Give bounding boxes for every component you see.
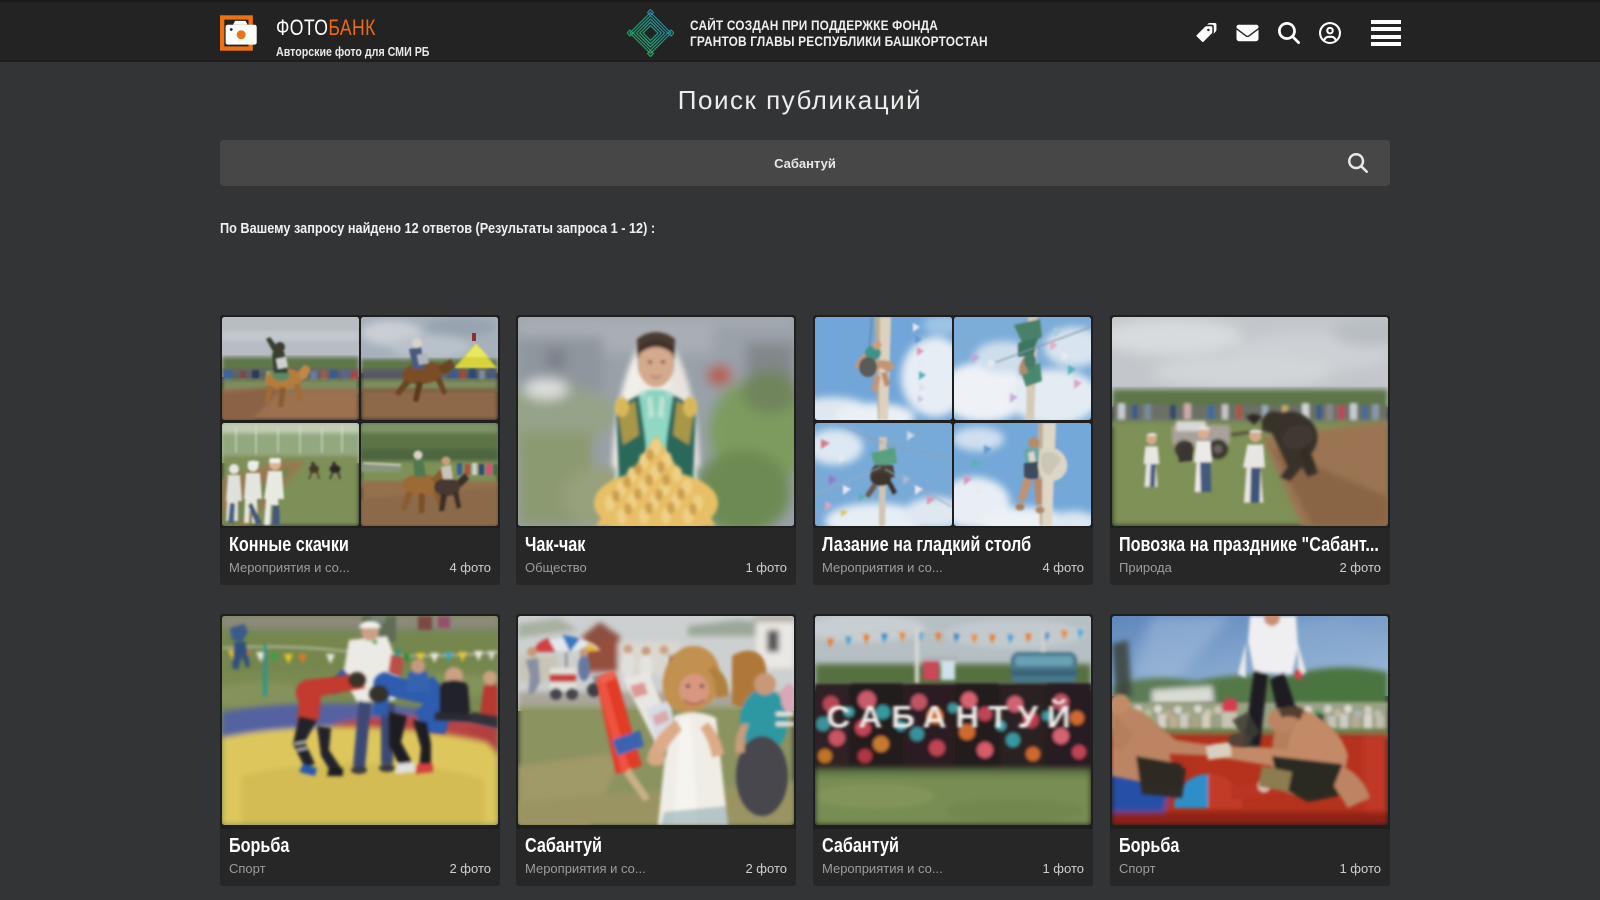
svg-text:САБАНТУЙ: САБАНТУЙ (826, 697, 1079, 734)
